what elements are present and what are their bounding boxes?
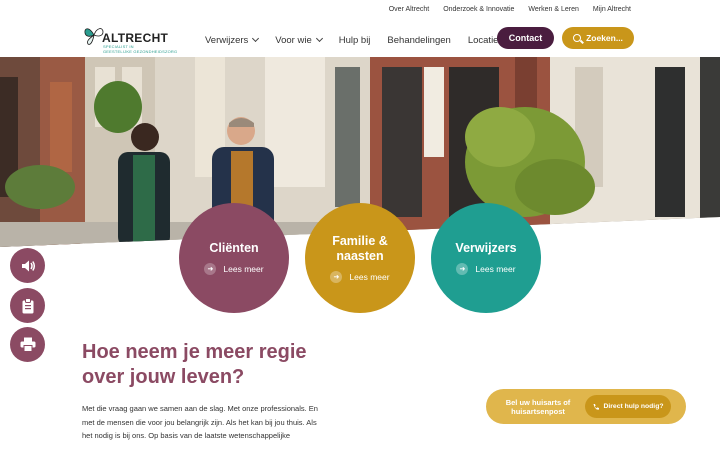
read-more-label: Lees meer (349, 271, 390, 282)
direct-help-button[interactable]: Direct hulp nodig? (585, 395, 671, 418)
chevron-down-icon (252, 34, 260, 43)
logo[interactable]: ALTRECHT SPECIALIST IN GEESTELIJKE GEZON… (83, 24, 183, 56)
brand-name: ALTRECHT (102, 31, 169, 45)
circle-title: Familie & naasten (332, 234, 388, 264)
search-label: Zoeken... (586, 33, 623, 43)
gp-help-text: Bel uw huisarts of huisartsenpost (486, 398, 590, 416)
search-icon (573, 34, 582, 42)
gp-text-line-1: Bel uw huisarts of (505, 397, 571, 407)
speaker-icon (21, 260, 35, 271)
circle-title: Verwijzers (455, 241, 517, 255)
read-more-link[interactable]: ➜ Lees meer (204, 263, 264, 275)
clipboard-icon (22, 297, 33, 313)
utility-link-over[interactable]: Over Altrecht (389, 6, 429, 13)
intro-line-3: het nodig is bij ons. Op basis van de la… (82, 431, 291, 440)
contact-button[interactable]: Contact (497, 27, 554, 49)
utility-link-mijn-altrecht[interactable]: Mijn Altrecht (593, 6, 631, 13)
nav-item-behandelingen[interactable]: Behandelingen (387, 33, 450, 47)
intro-text: Met die vraag gaan we samen aan de slag.… (82, 402, 357, 443)
page: Over Altrecht Onderzoek & Innovatie Werk… (0, 0, 720, 450)
nav-item-voor-wie[interactable]: Voor wie (275, 33, 323, 59)
circle-verwijzers[interactable]: Verwijzers ➜ Lees meer (431, 203, 541, 313)
headline-line-2: over jouw leven? (82, 366, 245, 388)
utility-link-werken[interactable]: Werken & Leren (528, 6, 578, 13)
main-nav: Verwijzers Voor wie Hulp bij Behandeling… (205, 33, 520, 59)
intro-line-1: Met die vraag gaan we samen aan de slag.… (82, 404, 318, 413)
read-more-link[interactable]: ➜ Lees meer (456, 263, 516, 275)
clipboard-button[interactable] (10, 288, 45, 323)
read-more-label: Lees meer (223, 264, 264, 274)
gp-text-line-2: huisartsenpost (511, 406, 565, 416)
circle-title-line-2: naasten (336, 248, 384, 263)
read-more-link[interactable]: ➜ Lees meer (330, 270, 390, 283)
nav-label: Voor wie (275, 34, 312, 46)
brand-tagline: SPECIALIST IN GEESTELIJKE GEZONDHEIDSZOR… (103, 44, 177, 54)
read-aloud-button[interactable] (10, 248, 45, 283)
circle-title: Cliënten (209, 241, 259, 255)
nav-label: Verwijzers (205, 34, 249, 46)
utility-nav: Over Altrecht Onderzoek & Innovatie Werk… (389, 6, 631, 13)
headline-line-1: Hoe neem je meer regie (82, 341, 307, 363)
nav-item-verwijzers[interactable]: Verwijzers (205, 33, 260, 47)
printer-icon (20, 337, 35, 352)
intro-line-2: met de mensen die voor jou belangrijk zi… (82, 417, 317, 427)
chevron-down-icon (315, 34, 323, 43)
search-button[interactable]: Zoeken... (562, 27, 634, 49)
nav-label: Hulp bij (338, 34, 371, 46)
nav-item-hulp-bij[interactable]: Hulp bij (339, 33, 371, 47)
page-headline: Hoe neem je meer regie over jouw leven? (82, 340, 362, 390)
read-more-label: Lees meer (475, 264, 516, 274)
phone-icon (593, 403, 600, 410)
circle-title-line-1: Familie & (332, 233, 388, 248)
circle-clienten[interactable]: Cliënten ➜ Lees meer (179, 203, 289, 313)
arrow-right-icon: ➜ (330, 270, 343, 283)
gp-help-banner: Bel uw huisarts of huisartsenpost Direct… (486, 389, 686, 424)
tagline-line-2: GEESTELIJKE GEZONDHEIDSZORG (103, 49, 178, 54)
print-button[interactable] (10, 327, 45, 362)
circle-familie-naasten[interactable]: Familie & naasten ➜ Lees meer (305, 203, 415, 313)
nav-label: Behandelingen (387, 34, 451, 46)
arrow-right-icon: ➜ (456, 263, 469, 275)
arrow-right-icon: ➜ (204, 263, 217, 275)
utility-link-onderzoek[interactable]: Onderzoek & Innovatie (443, 6, 514, 13)
direct-help-label: Direct hulp nodig? (603, 403, 664, 410)
